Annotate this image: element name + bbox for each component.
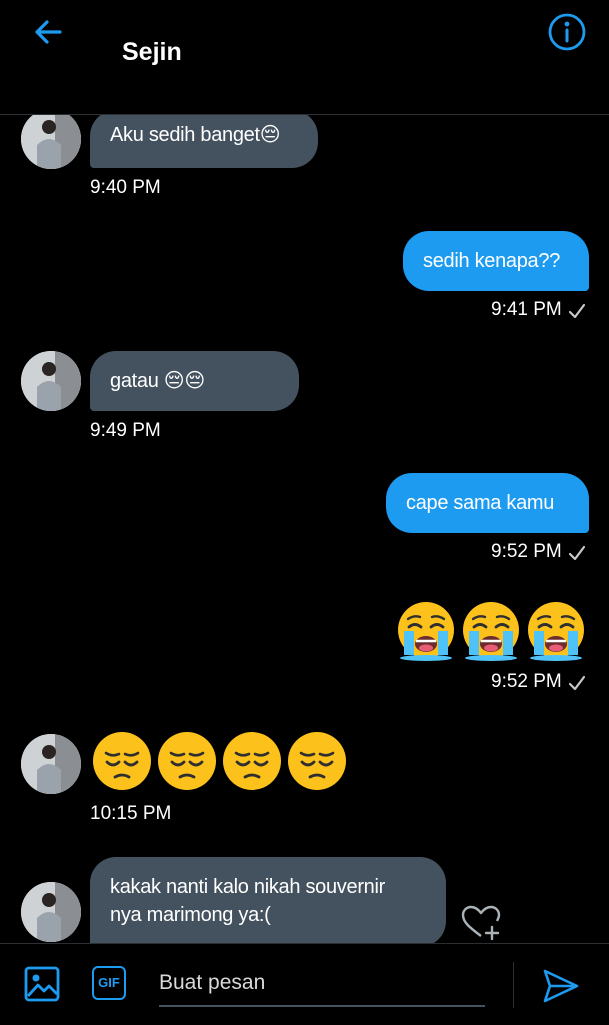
heart-plus-icon[interactable]: [461, 905, 501, 941]
pensive-face-emoji[interactable]: [92, 731, 152, 791]
message-timestamp: 9:49 PM: [90, 420, 161, 441]
avatar-photo: [21, 351, 81, 411]
arrow-left-icon[interactable]: [30, 14, 66, 50]
message-list[interactable]: Aku sedih banget😔 9:40 PM sedih kenapa??…: [0, 115, 609, 943]
message-timestamp: 9:40 PM: [90, 177, 161, 198]
avatar-photo: [21, 734, 81, 794]
message-bubble-incoming[interactable]: Aku sedih banget😔: [90, 115, 318, 168]
avatar[interactable]: [21, 115, 81, 169]
pensive-face-emoji[interactable]: [157, 731, 217, 791]
crying-face-emoji[interactable]: [461, 601, 521, 661]
conversation-title[interactable]: Sejin: [122, 38, 182, 67]
message-bubble-incoming[interactable]: kakak nanti kalo nikah souvernir nya mar…: [90, 857, 446, 943]
conversation-header: Sejin: [0, 0, 609, 115]
avatar-photo: [21, 115, 81, 169]
message-text: sedih kenapa??: [423, 250, 561, 272]
crying-face-emoji[interactable]: [526, 601, 586, 661]
message-text: cape sama kamu: [406, 492, 555, 514]
message-text: gatau 😔😔: [110, 370, 205, 392]
pensive-face-emoji[interactable]: [287, 731, 347, 791]
message-text-line: kakak nanti kalo nikah souvernir: [110, 876, 385, 898]
avatar[interactable]: [21, 351, 81, 411]
message-timestamp: 9:41 PM: [491, 299, 562, 320]
message-composer: GIF: [0, 943, 609, 1025]
gif-button[interactable]: GIF: [92, 966, 126, 1000]
message-input[interactable]: [159, 960, 485, 1007]
message-bubble-incoming[interactable]: gatau 😔😔: [90, 351, 299, 411]
message-text: Aku sedih banget😔: [110, 124, 281, 146]
check-icon: [568, 675, 586, 691]
message-timestamp: 9:52 PM: [491, 671, 562, 692]
check-icon: [568, 545, 586, 561]
message-timestamp: 9:52 PM: [491, 541, 562, 562]
message-text-line: nya marimong ya:(: [110, 904, 271, 926]
pensive-face-emoji[interactable]: [222, 731, 282, 791]
send-icon[interactable]: [541, 966, 581, 1006]
check-icon: [568, 303, 586, 319]
composer-divider: [513, 962, 514, 1008]
avatar[interactable]: [21, 734, 81, 794]
avatar[interactable]: [21, 882, 81, 942]
image-icon[interactable]: [24, 966, 60, 1002]
message-bubble-outgoing[interactable]: sedih kenapa??: [403, 231, 589, 291]
info-icon[interactable]: [547, 12, 587, 52]
crying-face-emoji[interactable]: [396, 601, 456, 661]
message-timestamp: 10:15 PM: [90, 803, 172, 824]
avatar-photo: [21, 882, 81, 942]
message-bubble-outgoing[interactable]: cape sama kamu: [386, 473, 589, 533]
